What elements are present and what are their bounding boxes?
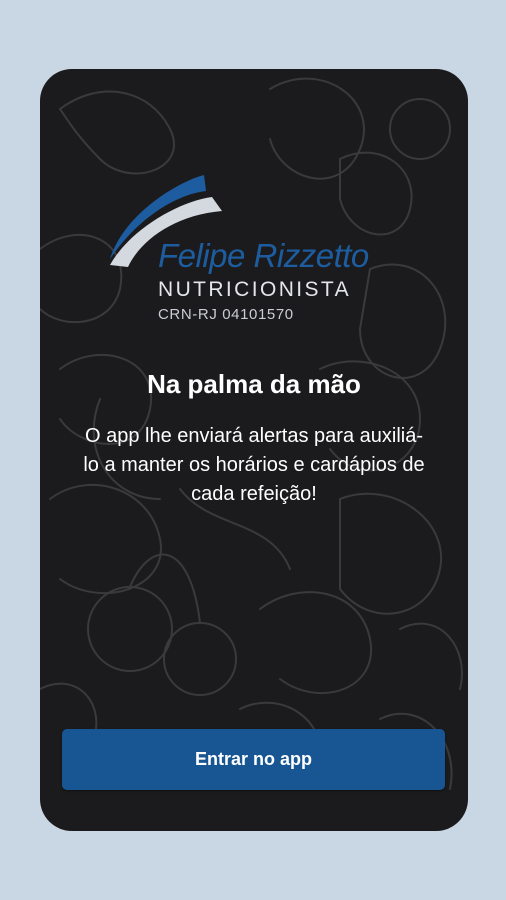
logo-name: Felipe Rizzetto bbox=[158, 237, 369, 274]
enter-app-button[interactable]: Entrar no app bbox=[62, 729, 445, 790]
logo-title: NUTRICIONISTA bbox=[158, 278, 351, 301]
logo-registration: CRN-RJ 04101570 bbox=[158, 306, 294, 323]
onboarding-headline: Na palma da mão bbox=[147, 369, 361, 399]
onboarding-description: O app lhe enviará alertas para auxiliá-l… bbox=[83, 425, 425, 505]
app-screen: Felipe Rizzetto NUTRICIONISTA CRN-RJ 041… bbox=[40, 69, 468, 831]
